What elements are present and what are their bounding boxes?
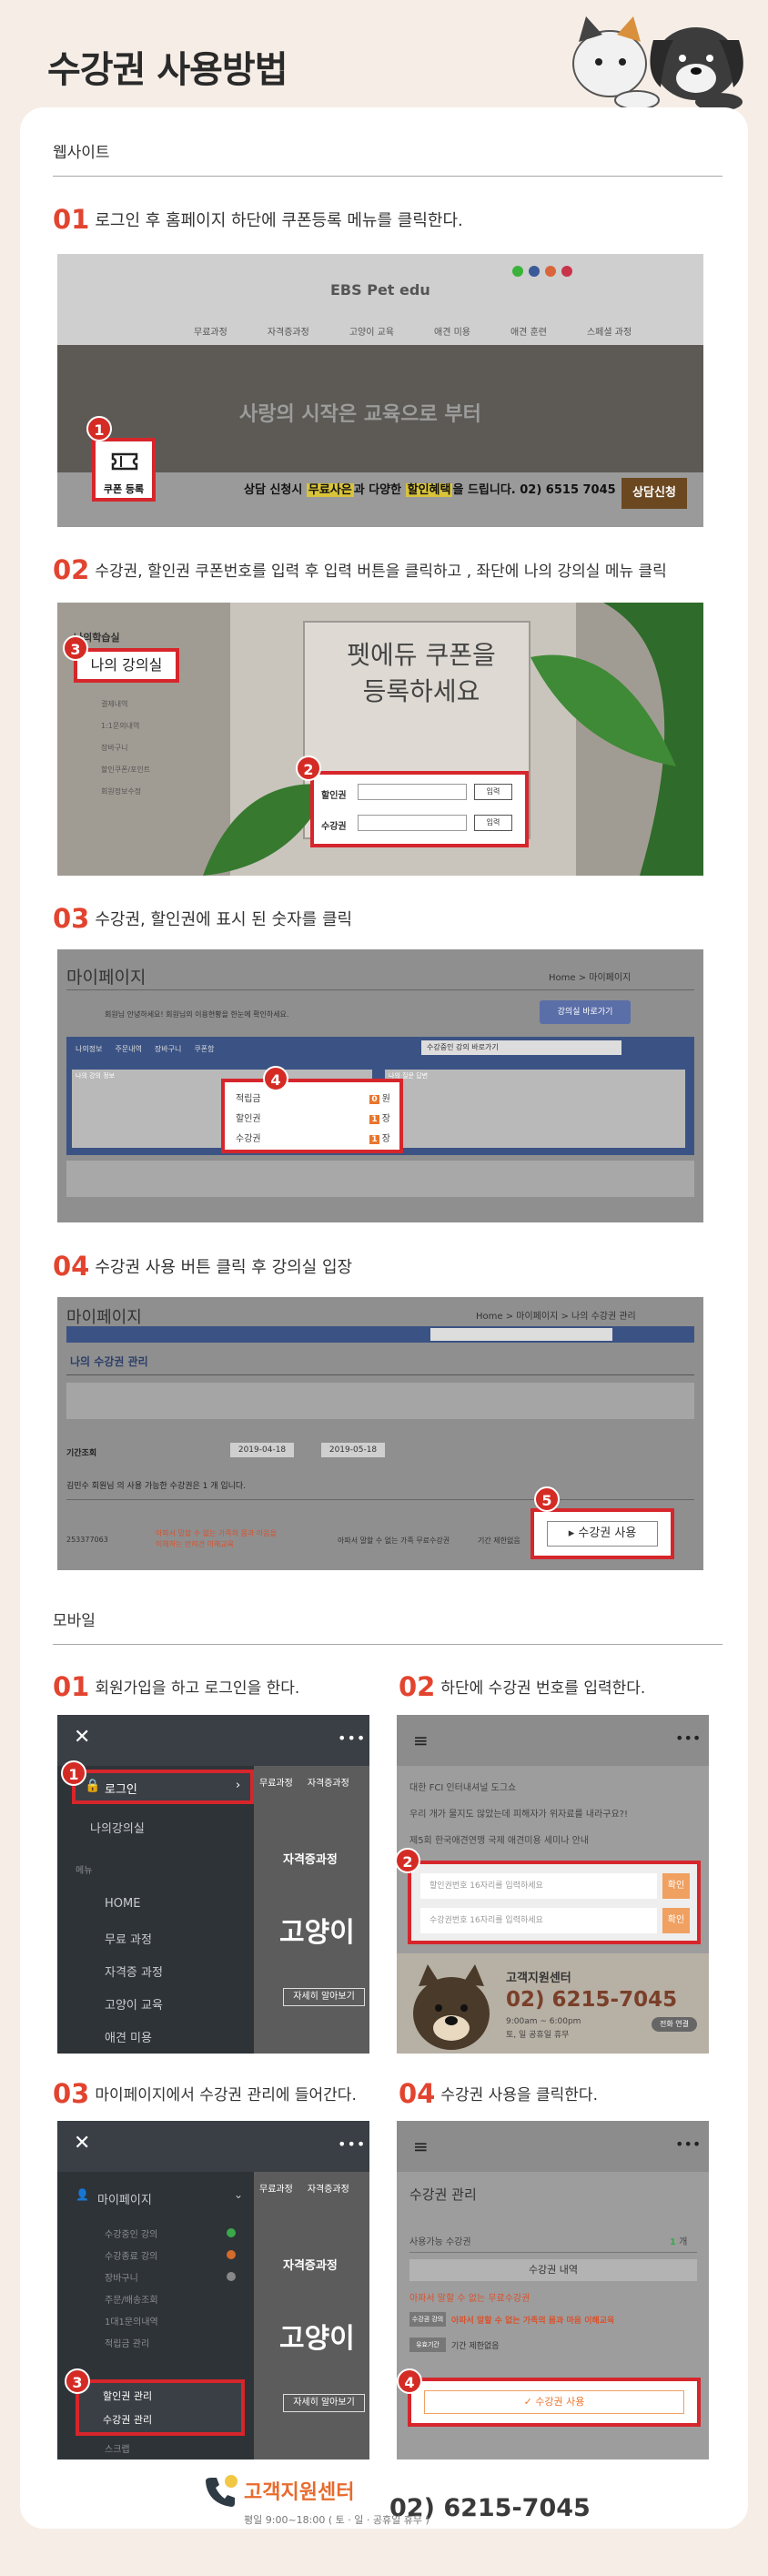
- phone-icon: [206, 2475, 237, 2507]
- divider: [53, 1644, 723, 1645]
- date-to-input[interactable]: 2019-05-18: [321, 1443, 385, 1457]
- coupon-count-popup: 적립금 0 원 할인권 1 장 수강권 1 장: [221, 1079, 403, 1153]
- web-step-2: 02 수강권, 할인권 쿠폰번호를 입력 후 입력 버튼을 클릭하고 , 좌단에 …: [53, 554, 667, 585]
- close-icon[interactable]: ✕: [74, 1726, 90, 1749]
- enter-discount-button[interactable]: 입력: [474, 784, 512, 800]
- more-icon[interactable]: •••: [675, 1729, 701, 1747]
- hamburger-icon[interactable]: ≡: [413, 2135, 429, 2157]
- hamburger-icon[interactable]: ≡: [413, 1729, 429, 1751]
- course-select[interactable]: 수강중인 강의 바로가기: [421, 1040, 621, 1055]
- chevron-down-icon: ⌄: [234, 2188, 244, 2201]
- discount-count-row: 할인권 1 장: [236, 1114, 390, 1124]
- mob-step-4: 04 수강권 사용을 클릭한다.: [399, 2078, 598, 2109]
- mob-step-1: 01 회원가입을 하고 로그인을 한다.: [53, 1671, 300, 1702]
- ticket-manage-item[interactable]: 수강권 관리: [103, 2412, 152, 2427]
- discount-number-input[interactable]: 할인권번호 16자리를 입력하세요: [420, 1873, 657, 1899]
- dog-photo-icon: [413, 1964, 490, 2050]
- marker-1: 1: [86, 416, 112, 441]
- mob-step-3: 03 마이페이지에서 수강권 관리에 들어간다.: [53, 2078, 357, 2109]
- more-icon[interactable]: •••: [338, 2135, 366, 2153]
- page-title: 수강권 사용방법: [47, 49, 288, 91]
- coupon-register-button[interactable]: 쿠폰 등록: [92, 438, 156, 502]
- user-icon: 👤: [76, 2188, 89, 2201]
- lock-icon: 🔒: [85, 1779, 101, 1793]
- more-icon[interactable]: •••: [338, 1729, 366, 1747]
- divider: [53, 176, 723, 177]
- ticket-number-input[interactable]: 수강권번호 16자리를 입력하세요: [420, 1908, 657, 1933]
- mypage-tabs: 나의정보 주문내역 장바구니 쿠폰함: [76, 1045, 215, 1053]
- ticket-code-input[interactable]: [358, 815, 467, 831]
- mob-step1-screenshot: ✕ ••• 무료과정 자격증과정 자격증과정 고양이 자세히 알아보기 🔒 로그인…: [57, 1715, 369, 2054]
- confirm-ticket-button[interactable]: 확인: [662, 1908, 690, 1933]
- date-from-input[interactable]: 2019-04-18: [230, 1443, 294, 1457]
- mypage-title: 마이페이지: [66, 968, 147, 988]
- discount-manage-item[interactable]: 할인권 관리: [103, 2388, 152, 2403]
- top-nav: 무료과정 자격증과정 고양이 교육 애견 미용 애견 훈련 스페셜 과정: [194, 328, 632, 338]
- ticket-icon: [111, 452, 138, 471]
- mob-step-2: 02 하단에 수강권 번호를 입력한다.: [399, 1671, 646, 1702]
- web-step4-screenshot: 마이페이지 Home > 마이페이지 > 나의 수강권 관리 나의 수강권 관리…: [57, 1297, 703, 1570]
- ticket-form: 할인권번호 16자리를 입력하세요 확인 수강권번호 16자리를 입력하세요 확…: [408, 1861, 701, 1944]
- enter-ticket-button[interactable]: 입력: [474, 815, 512, 831]
- side-menu: 결제내역 1:1문의내역 장바구니 할인쿠폰/포인트 회원정보수정: [101, 700, 151, 796]
- available-count: 김민수 회원님 의 사용 가능한 수강권은 1 개 입니다.: [66, 1482, 247, 1491]
- cat-dog-illustration-icon: [572, 16, 743, 111]
- ticket-manage-menu: 할인권 관리 수강권 관리: [76, 2379, 245, 2436]
- marker-2: 2: [296, 756, 321, 781]
- more-icon[interactable]: •••: [675, 2135, 701, 2153]
- ticket-manage-title: 수강권 관리: [409, 2186, 477, 2203]
- marker-4: 4: [263, 1066, 288, 1091]
- web-step-3: 03 수강권, 할인권에 표시 된 숫자를 클릭: [53, 903, 353, 934]
- use-ticket-highlight: ✓ 수강권 사용: [408, 2378, 701, 2427]
- consult-button[interactable]: 상담신청: [621, 478, 687, 509]
- marker-3: 3: [63, 635, 88, 661]
- hero-text: 사랑의 시작은 교육으로 부터: [239, 403, 481, 426]
- breadcrumb: Home > 마이페이지: [549, 973, 632, 983]
- mypage-menu[interactable]: 마이페이지: [97, 2190, 152, 2207]
- close-icon[interactable]: ✕: [74, 2132, 90, 2155]
- go-classroom-button[interactable]: 강의실 바로가기: [540, 1000, 631, 1024]
- brand-logo: EBS Pet edu: [330, 281, 430, 299]
- mob-step4-screenshot: ≡ ••• 수강권 관리 사용가능 수강권 1 개 수강권 내역 아파서 말할 …: [397, 2121, 709, 2459]
- learn-more-button[interactable]: 자세히 알아보기: [283, 2394, 365, 2412]
- discount-code-input[interactable]: [358, 784, 467, 800]
- use-ticket-button-highlight: ▸ 수강권 사용: [531, 1508, 674, 1559]
- points-row: 적립금 0 원: [236, 1094, 390, 1104]
- my-classroom-menu[interactable]: 나의 강의실: [74, 648, 179, 683]
- ticket-count-row: 수강권 1 장: [236, 1134, 390, 1144]
- marker-4: 4: [397, 2368, 422, 2394]
- confirm-discount-button[interactable]: 확인: [662, 1873, 690, 1899]
- social-icons: [512, 266, 576, 277]
- footer-cs-logo: 고객지원센터: [244, 2481, 355, 2504]
- ticket-manage-title: 나의 수강권 관리: [70, 1355, 148, 1368]
- web-step3-screenshot: 마이페이지 Home > 마이페이지 회원님 안녕하세요! 회원님의 이용현황을…: [57, 949, 703, 1222]
- mypage-submenu: 수강중인 강의 수강종료 강의 장바구니 주문/배송조회 1대1문의내역 적립금 관리: [105, 2230, 158, 2349]
- breadcrumb: Home > 마이페이지 > 나의 수강권 관리: [476, 1312, 636, 1322]
- learn-more-button[interactable]: 자세히 알아보기: [283, 1988, 365, 2006]
- mypage-title: 마이페이지: [66, 1308, 142, 1327]
- section-website: 웹사이트: [53, 144, 110, 162]
- marker-1: 1: [61, 1760, 86, 1786]
- coupon-heading: 펫에듀 쿠폰을 등록하세요: [347, 640, 496, 706]
- call-button[interactable]: 전화 연결: [652, 2017, 697, 2032]
- web-step1-screenshot: EBS Pet edu 무료과정 자격증과정 고양이 교육 애견 미용 애견 훈련 스페셜…: [57, 254, 703, 527]
- consult-promo: 상담 신청시 무료사은 과 다양한 할인혜택 을 드립니다. 02) 6515 70…: [244, 483, 616, 497]
- marker-3: 3: [65, 2368, 90, 2394]
- use-ticket-button[interactable]: ✓ 수강권 사용: [424, 2390, 684, 2414]
- section-mobile: 모바일: [53, 1612, 96, 1630]
- course-link[interactable]: 아파서 말할 수 없는 가족의 몸과 마음을 이해하는 반려견 이해교육: [156, 1528, 283, 1550]
- login-menu[interactable]: 🔒 로그인 ›: [72, 1770, 254, 1804]
- mob-step3-screenshot: ✕ ••• 무료과정 자격증과정 자격증과정 고양이 자세히 알아보기 👤 마이페…: [57, 2121, 369, 2459]
- my-classroom-item[interactable]: 나의강의실: [90, 1819, 145, 1836]
- coupon-form: 할인권 입력 수강권 입력: [310, 771, 529, 847]
- marker-5: 5: [534, 1486, 560, 1512]
- web-step-4: 04 수강권 사용 버튼 클릭 후 강의실 입장: [53, 1251, 353, 1282]
- footer-hours: 평일 9:00~18:00 ( 토 · 일 · 공휴일 휴무 ): [244, 2514, 429, 2526]
- web-step-1: 01 로그인 후 홈페이지 하단에 쿠폰등록 메뉴를 클릭한다.: [53, 204, 463, 235]
- mob-step2-screenshot: ≡ ••• 대한 FCI 인터내셔널 도그쇼 우리 개가 물지도 않았는데 피해자…: [397, 1715, 709, 2054]
- use-ticket-button[interactable]: ▸ 수강권 사용: [547, 1521, 658, 1547]
- web-step2-screenshot: 펫에듀 쿠폰을 등록하세요 나의학습실 결제내역 1:1문의내역 장바구니 할인쿠폰/포…: [57, 603, 703, 876]
- welcome-text: 회원님 안녕하세요! 회원님의 이용현황을 한눈에 확인하세요.: [105, 1010, 289, 1019]
- chevron-right-icon: ›: [236, 1779, 241, 1792]
